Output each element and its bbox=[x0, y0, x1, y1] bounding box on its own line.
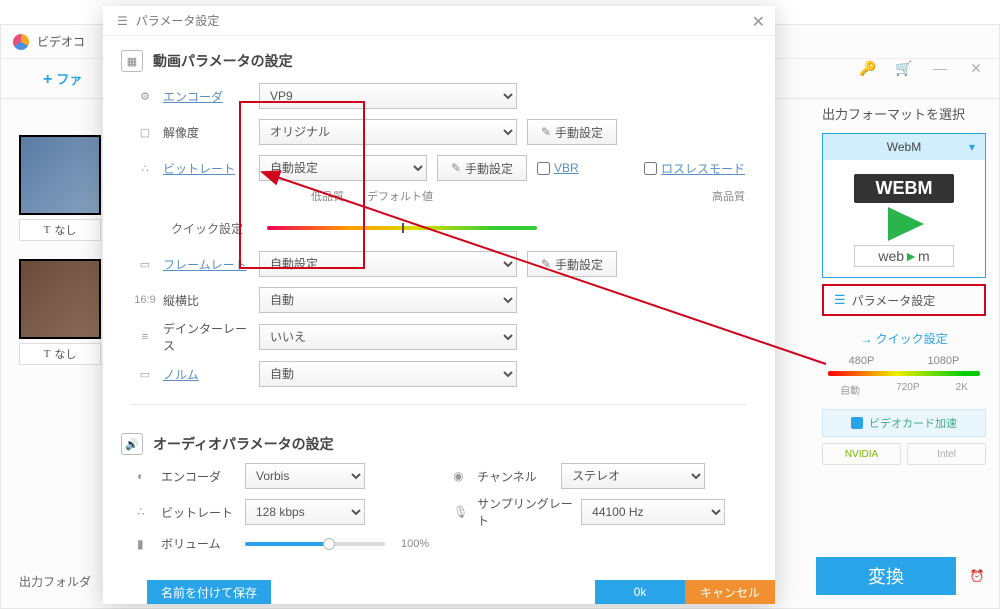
parameter-settings-dialog: ☰ パラメータ設定 ✕ ▦ 動画パラメータの設定 ⚙ エンコーダ VP9 ▢ 解… bbox=[103, 6, 775, 604]
cancel-button[interactable]: キャンセル bbox=[685, 580, 775, 604]
add-file-button[interactable]: +ファ bbox=[43, 69, 82, 89]
parameter-settings-button[interactable]: ☰ パラメータ設定 bbox=[822, 284, 986, 316]
video-thumbnail[interactable] bbox=[19, 135, 101, 215]
key-icon[interactable]: 🔑 bbox=[851, 53, 885, 83]
quality-slider-bar[interactable] bbox=[828, 371, 980, 376]
vbr-checkbox[interactable]: VBR bbox=[537, 161, 579, 175]
play-icon bbox=[884, 207, 924, 241]
subtitle-none-button[interactable]: なし bbox=[19, 219, 101, 241]
encoder-icon: ◐ bbox=[137, 469, 153, 483]
intel-badge: Intel bbox=[907, 443, 986, 465]
output-sidebar: 出力フォーマットを選択 WebM ▾ WEBM web►m ☰ パラメータ設定 … bbox=[822, 104, 986, 465]
nvidia-badge: NVIDIA bbox=[822, 443, 901, 465]
low-quality-label: 低品質 bbox=[311, 188, 344, 204]
chevron-down-icon[interactable]: ▾ bbox=[969, 140, 975, 154]
aspect-icon: 16:9 bbox=[137, 292, 153, 308]
samplerate-select[interactable]: 44100 Hz bbox=[581, 499, 725, 525]
chip-icon bbox=[851, 417, 863, 429]
deinterlace-select[interactable]: いいえ bbox=[259, 324, 517, 350]
manual-button[interactable]: 手動設定 bbox=[527, 119, 617, 145]
volume-icon: ▮ bbox=[137, 537, 153, 551]
film-icon: ▦ bbox=[121, 50, 143, 72]
format-preview: WEBM web►m bbox=[823, 160, 985, 277]
bitrate-label[interactable]: ビットレート bbox=[163, 160, 249, 177]
samplerate-icon: 🎙 bbox=[453, 505, 469, 519]
preset-1080p[interactable]: 1080P bbox=[928, 355, 960, 367]
gear-icon: ⚙ bbox=[137, 88, 153, 104]
dialog-title: ☰ パラメータ設定 bbox=[103, 6, 775, 36]
ok-button[interactable]: 0k bbox=[595, 580, 685, 604]
quickset-label: クイック設定 bbox=[171, 220, 257, 237]
video-thumbnail[interactable] bbox=[19, 259, 101, 339]
preset-2k[interactable]: 2K bbox=[956, 382, 968, 397]
framerate-label[interactable]: フレームレート bbox=[163, 256, 249, 273]
resolution-icon: ▢ bbox=[137, 124, 153, 140]
volume-percent: 100% bbox=[401, 538, 429, 550]
encoder-label[interactable]: エンコーダ bbox=[163, 88, 249, 105]
app-title: ビデオコ bbox=[37, 33, 85, 50]
minimize-button[interactable]: — bbox=[923, 53, 957, 83]
format-card[interactable]: WebM ▾ WEBM web►m bbox=[822, 133, 986, 278]
aspect-label: 縦横比 bbox=[163, 292, 249, 309]
lossless-checkbox[interactable]: ロスレスモード bbox=[644, 160, 745, 177]
a-bitrate-label: ビットレート bbox=[161, 504, 237, 521]
subtitle-none-button[interactable]: なし bbox=[19, 343, 101, 365]
audio-bitrate-select[interactable]: 128 kbps bbox=[245, 499, 365, 525]
norm-label[interactable]: ノルム bbox=[163, 366, 249, 383]
audio-section-header: 🔊 オーディオパラメータの設定 bbox=[103, 419, 775, 463]
sidebar-title: 出力フォーマットを選択 bbox=[822, 104, 986, 123]
dialog-close-button[interactable]: ✕ bbox=[752, 12, 765, 32]
resolution-select[interactable]: オリジナル bbox=[259, 119, 517, 145]
bitrate-icon: ∴ bbox=[137, 505, 153, 519]
close-button[interactable]: ✕ bbox=[959, 53, 993, 83]
manual-button[interactable]: 手動設定 bbox=[437, 155, 527, 181]
audio-encoder-select[interactable]: Vorbis bbox=[245, 463, 365, 489]
norm-select[interactable]: 自動 bbox=[259, 361, 517, 387]
save-as-button[interactable]: 名前を付けて保存 bbox=[147, 580, 271, 604]
output-folder-label: 出力フォルダ bbox=[19, 573, 91, 590]
sliders-icon: ☰ bbox=[117, 14, 128, 28]
norm-icon: ▭ bbox=[137, 366, 153, 382]
speaker-icon: 🔊 bbox=[121, 433, 143, 455]
default-quality-label: デフォルト値 bbox=[360, 188, 440, 204]
format-name: WebM bbox=[887, 140, 921, 154]
preset-auto[interactable]: 自動 bbox=[840, 382, 860, 397]
high-quality-label: 高品質 bbox=[712, 188, 745, 204]
channel-select[interactable]: ステレオ bbox=[561, 463, 705, 489]
samplerate-label: サンプリングレート bbox=[477, 495, 573, 529]
manual-button[interactable]: 手動設定 bbox=[527, 251, 617, 277]
deinterlace-icon: ≡ bbox=[137, 329, 153, 345]
channel-label: チャンネル bbox=[477, 468, 553, 485]
encoder-select[interactable]: VP9 bbox=[259, 83, 517, 109]
deinterlace-label: デインターレース bbox=[163, 320, 249, 354]
sliders-icon: ☰ bbox=[834, 292, 846, 308]
video-section-header: ▦ 動画パラメータの設定 bbox=[103, 36, 775, 80]
quick-settings-title: クイック設定 bbox=[822, 330, 986, 347]
bitrate-icon: ∴ bbox=[137, 160, 153, 176]
gpu-accel-toggle[interactable]: ビデオカード加速 bbox=[822, 409, 986, 437]
a-encoder-label: エンコーダ bbox=[161, 468, 237, 485]
framerate-select[interactable]: 自動設定 bbox=[259, 251, 517, 277]
app-logo-icon bbox=[13, 34, 29, 50]
bitrate-select[interactable]: 自動設定 bbox=[259, 155, 427, 181]
preset-720p[interactable]: 720P bbox=[896, 382, 919, 397]
schedule-icon[interactable]: ⏰ bbox=[962, 557, 992, 595]
framerate-icon: ▭ bbox=[137, 256, 153, 272]
volume-slider[interactable] bbox=[245, 542, 385, 546]
preset-480p[interactable]: 480P bbox=[849, 355, 875, 367]
resolution-label: 解像度 bbox=[163, 124, 249, 141]
volume-label: ボリューム bbox=[161, 535, 237, 552]
convert-button[interactable]: 変換 bbox=[816, 557, 956, 595]
channel-icon: ◉ bbox=[453, 469, 469, 483]
quality-slider[interactable] bbox=[267, 226, 537, 230]
cart-icon[interactable]: 🛒 bbox=[887, 53, 921, 83]
aspect-select[interactable]: 自動 bbox=[259, 287, 517, 313]
